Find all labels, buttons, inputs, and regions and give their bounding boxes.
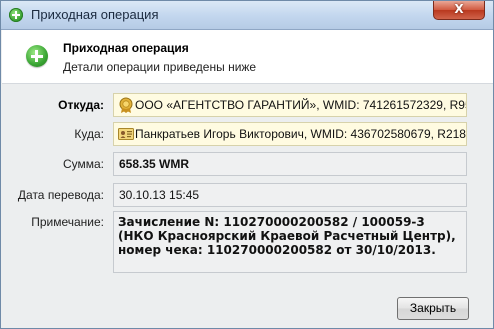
note-field[interactable]: Зачисление N: 110270000200582 / 100059-3… [113, 211, 467, 273]
certificate-seal-icon [119, 97, 133, 113]
header-subtitle: Детали операции приведены ниже [63, 60, 257, 74]
from-value: ООО «АГЕНТСТВО ГАРАНТИЙ», WMID: 74126157… [135, 98, 466, 112]
date-label: Дата перевода: [17, 188, 104, 202]
dialog-header: Приходная операция Детали операции приве… [2, 30, 493, 84]
amount-value: 658.35 WMR [119, 157, 190, 171]
note-value: Зачисление N: 110270000200582 / 100059-3… [118, 215, 456, 257]
dialog-window: Приходная операция X Приходная операция … [0, 0, 494, 329]
date-field[interactable]: 30.10.13 15:45 [113, 183, 467, 207]
close-button[interactable]: Закрыть [397, 297, 469, 320]
plus-icon [9, 8, 23, 22]
to-field[interactable]: Панкратьев Игорь Викторович, WMID: 43670… [113, 122, 467, 146]
from-label: Откуда: [58, 98, 104, 112]
amount-label: Сумма: [62, 157, 104, 171]
note-label: Примечание: [31, 215, 104, 229]
to-label: Куда: [74, 127, 104, 141]
passport-card-icon [118, 128, 134, 140]
header-title: Приходная операция [63, 41, 189, 55]
green-plus-icon [26, 45, 48, 67]
window-title: Приходная операция [31, 7, 159, 22]
from-field[interactable]: ООО «АГЕНТСТВО ГАРАНТИЙ», WMID: 74126157… [113, 93, 467, 117]
close-icon: X [454, 2, 464, 16]
date-value: 30.10.13 15:45 [119, 188, 200, 202]
window-close-button[interactable]: X [433, 1, 485, 20]
title-bar[interactable]: Приходная операция X [1, 1, 493, 30]
to-value: Панкратьев Игорь Викторович, WMID: 43670… [135, 127, 467, 141]
amount-field[interactable]: 658.35 WMR [113, 152, 467, 176]
